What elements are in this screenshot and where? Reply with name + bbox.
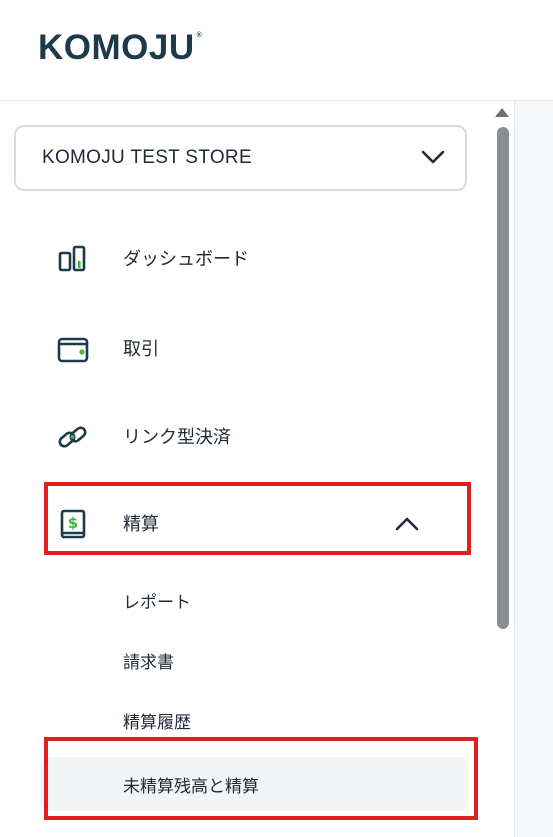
sidebar-item-label: ダッシュボード xyxy=(123,249,249,270)
settlement-icon: $ xyxy=(60,509,86,539)
store-selector[interactable]: KOMOJU TEST STORE xyxy=(14,125,467,191)
scroll-up-arrow-icon[interactable] xyxy=(495,108,509,117)
chevron-down-icon xyxy=(421,150,445,164)
scrollbar-thumb[interactable] xyxy=(497,127,509,629)
store-selector-value: KOMOJU TEST STORE xyxy=(42,147,252,168)
sidebar-subitem-label: レポート xyxy=(123,592,191,613)
sidebar-item-transactions[interactable]: 取引 xyxy=(46,323,466,373)
sidebar-item-label: 精算 xyxy=(123,514,159,535)
sidebar-item-payment-links[interactable]: リンク型決済 xyxy=(46,411,466,461)
link-icon xyxy=(58,426,87,448)
sidebar-item-label: 取引 xyxy=(123,339,159,360)
sidebar-subitem-unsettled[interactable]: 未精算残高と精算 xyxy=(40,757,468,811)
sidebar-item-dashboard[interactable]: ダッシュボード xyxy=(46,233,466,283)
logo-registered-mark: ® xyxy=(196,32,203,39)
chevron-up-icon[interactable] xyxy=(395,516,419,532)
sidebar-subitem-invoices[interactable]: 請求書 xyxy=(46,638,466,682)
sidebar-item-settlement[interactable]: $ 精算 xyxy=(46,498,466,548)
main-content-edge xyxy=(514,101,553,837)
sidebar-subitem-label: 精算履歴 xyxy=(123,712,191,733)
sidebar-subitem-history[interactable]: 精算履歴 xyxy=(46,698,466,742)
top-header: KOMOJU ® xyxy=(0,0,553,101)
logo-text: KOMOJU xyxy=(38,28,195,67)
svg-text:$: $ xyxy=(68,514,78,532)
sidebar-item-label: リンク型決済 xyxy=(123,427,231,448)
dashboard-icon xyxy=(58,245,86,272)
komoju-logo[interactable]: KOMOJU ® xyxy=(38,28,202,68)
sidebar-subitem-label: 請求書 xyxy=(123,652,174,673)
wallet-icon xyxy=(57,337,89,363)
sidebar-subitem-reports[interactable]: レポート xyxy=(46,578,466,622)
sidebar-subitem-label: 未精算残高と精算 xyxy=(123,776,259,797)
